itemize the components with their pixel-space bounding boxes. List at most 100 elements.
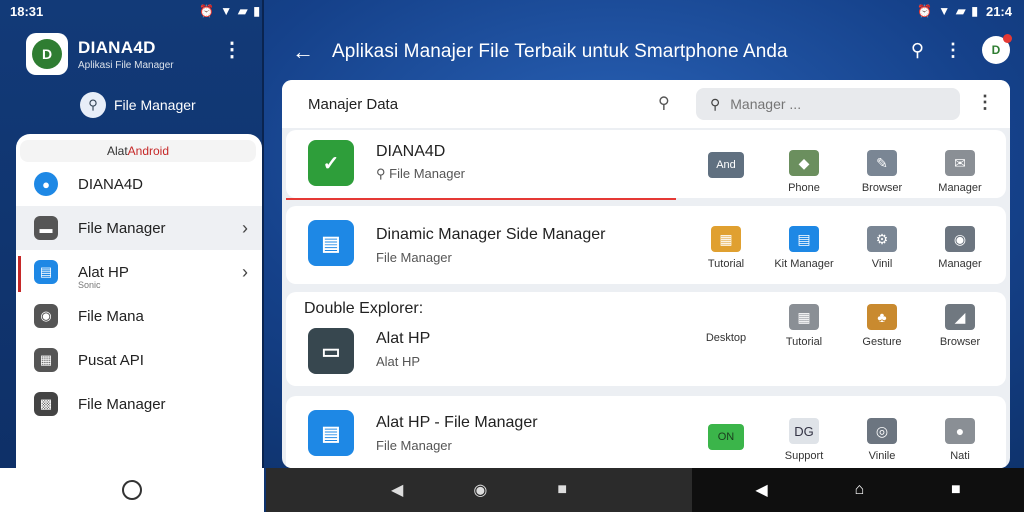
notification-badge [1003,34,1012,43]
signal-icon: ▰ [956,4,966,18]
drawer-header: Alat Android [20,140,256,162]
grid-item[interactable]: Desktop [686,332,766,344]
clapper-icon: ▩ [34,392,58,416]
camera-icon: ◉ [34,304,58,328]
row-title: Alat HP [376,330,431,347]
grid-item[interactable]: ♣ Gesture [842,304,922,348]
gear-icon: ⚙ [867,226,897,252]
search-icon[interactable]: ⚲ [911,40,924,61]
wifi-icon: ▼ [220,4,233,18]
back-triangle-icon[interactable]: ◀ [755,480,767,500]
right-navigation-bar: ◀ ◉ ■ ◀ ⌂ ■ [266,468,1024,512]
panel-header: Manajer Data ⚲ ⚲ ⋮ [282,80,1010,128]
user-icon: ● [34,172,58,196]
grid-item[interactable]: ON [686,424,766,456]
support-icon: DG [789,418,819,444]
android-icon: And [708,152,744,178]
home-button[interactable] [122,480,142,500]
tutorial-icon: ▦ [711,226,741,252]
app-logo[interactable]: D [26,33,68,75]
camera-icon: ◎ [867,418,897,444]
document-icon: ▤ [308,220,354,266]
grid-item[interactable]: ◆ Phone [764,150,844,194]
drawer-item-diana4d[interactable]: ● DIANA4D [16,162,262,206]
drawer-item-alat-hp[interactable]: ▤ Alat HP Sonic › [16,250,262,294]
disc-icon: ◉ [945,226,975,252]
grid-item[interactable]: And [686,152,766,184]
grid-item[interactable]: ⚙ Vinil [842,226,922,270]
grid-item[interactable]: ◉ Manager [920,226,1000,270]
back-arrow-icon[interactable]: ← [292,39,314,65]
signal-icon: ▰ [238,4,248,18]
avatar[interactable]: D [982,34,1012,64]
section-label: Double Explorer: [304,300,424,317]
row-subtitle: File Manager [376,250,452,265]
more-options-icon[interactable]: ⋮ [222,40,242,60]
chevron-right-icon: › [242,261,248,282]
drawer-item-file-manga[interactable]: ▩ File Manager [16,382,262,426]
list-item[interactable]: ▤ Alat HP - File Manager File Manager ON… [286,396,1006,468]
panel-title: Manajer Data [308,95,399,113]
search-input[interactable] [730,96,931,112]
battery-icon: ▮ [971,4,978,18]
account-name: File Manager [114,97,196,113]
app-subtitle: Aplikasi File Manager [78,59,174,71]
right-status-bar: ⏰ ▼ ▰ ▮ 21:4 [917,0,1012,22]
more-options-icon[interactable]: ⋮ [976,92,994,113]
left-clock: 18:31 [10,3,44,19]
folder-icon: ▬ [34,216,58,240]
grid-item[interactable]: ▦ Tutorial [686,226,766,270]
selection-indicator [286,198,676,200]
right-clock: 21:4 [985,3,1012,19]
drawer-item-file-mana[interactable]: ◉ File Mana [16,294,262,338]
search-icon: ⚲ [710,95,721,112]
drawer-item-pusat-api[interactable]: ▦ Pusat API [16,338,262,382]
pencil-icon: ✎ [867,150,897,176]
battery-icon: ▮ [253,4,260,18]
row-subtitle: Alat HP [376,354,421,369]
chevron-right-icon: › [242,217,248,238]
grid-item[interactable]: ● Nati [920,418,1000,462]
phone-icon: ◆ [789,150,819,176]
search-icon[interactable]: ⚲ [658,93,670,113]
row-title: DIANA4D [376,143,446,160]
mail-icon: ✉ [945,150,975,176]
app-logo-icon: D [32,39,62,69]
image-icon: ◢ [945,304,975,330]
drawer-item-file-manager[interactable]: ▬ File Manager › [16,206,262,250]
alarm-icon: ⏰ [199,4,215,18]
tree-icon: ♣ [867,304,897,330]
search-icon: ● [945,418,975,444]
list-item[interactable]: ✓ DIANA4D ⚲ File Manager And ◆ Phone ✎ B… [286,130,1006,198]
grid-icon: ▦ [34,348,58,372]
recents-icon[interactable]: ■ [951,481,961,499]
recents-icon[interactable]: ■ [557,481,567,499]
wifi-icon: ▼ [938,4,951,18]
app-icon: ✓ [308,140,354,186]
back-triangle-icon[interactable]: ◀ [391,480,403,500]
grid-item[interactable]: DG Support [764,418,844,462]
document-icon: ▤ [308,410,354,456]
app-title: DIANA4D [78,37,156,57]
grid-item[interactable]: ✉ Manager [920,150,1000,194]
alarm-icon: ⏰ [917,4,933,18]
more-options-icon[interactable]: ⋮ [944,40,962,61]
grid-item[interactable]: ▤ Kit Manager [764,226,844,270]
home-icon[interactable]: ◉ [473,480,487,500]
row-title: Dinamic Manager Side Manager [376,226,606,243]
search-field[interactable]: ⚲ [696,88,960,120]
grid-item[interactable]: ◢ Browser [920,304,1000,348]
row-subtitle: ⚲ File Manager [376,166,466,181]
monitor-icon: ▭ [308,328,354,374]
home-icon[interactable]: ⌂ [854,481,864,499]
grid-item[interactable]: ✎ Browser [842,150,922,194]
navigation-drawer: Alat Android ● DIANA4D ▬ File Manager › … [16,134,262,468]
list-icon: ▤ [789,226,819,252]
list-item[interactable]: Double Explorer: ▭ Alat HP Alat HP Deskt… [286,292,1006,386]
grid-item[interactable]: ◎ Vinile [842,418,922,462]
grid-item[interactable]: ▦ Tutorial [764,304,844,348]
account-chip[interactable]: ⚲ File Manager [80,92,196,118]
list-item[interactable]: ▤ Dinamic Manager Side Manager File Mana… [286,206,1006,284]
search-icon: ⚲ [80,92,106,118]
tutorial-icon: ▦ [789,304,819,330]
